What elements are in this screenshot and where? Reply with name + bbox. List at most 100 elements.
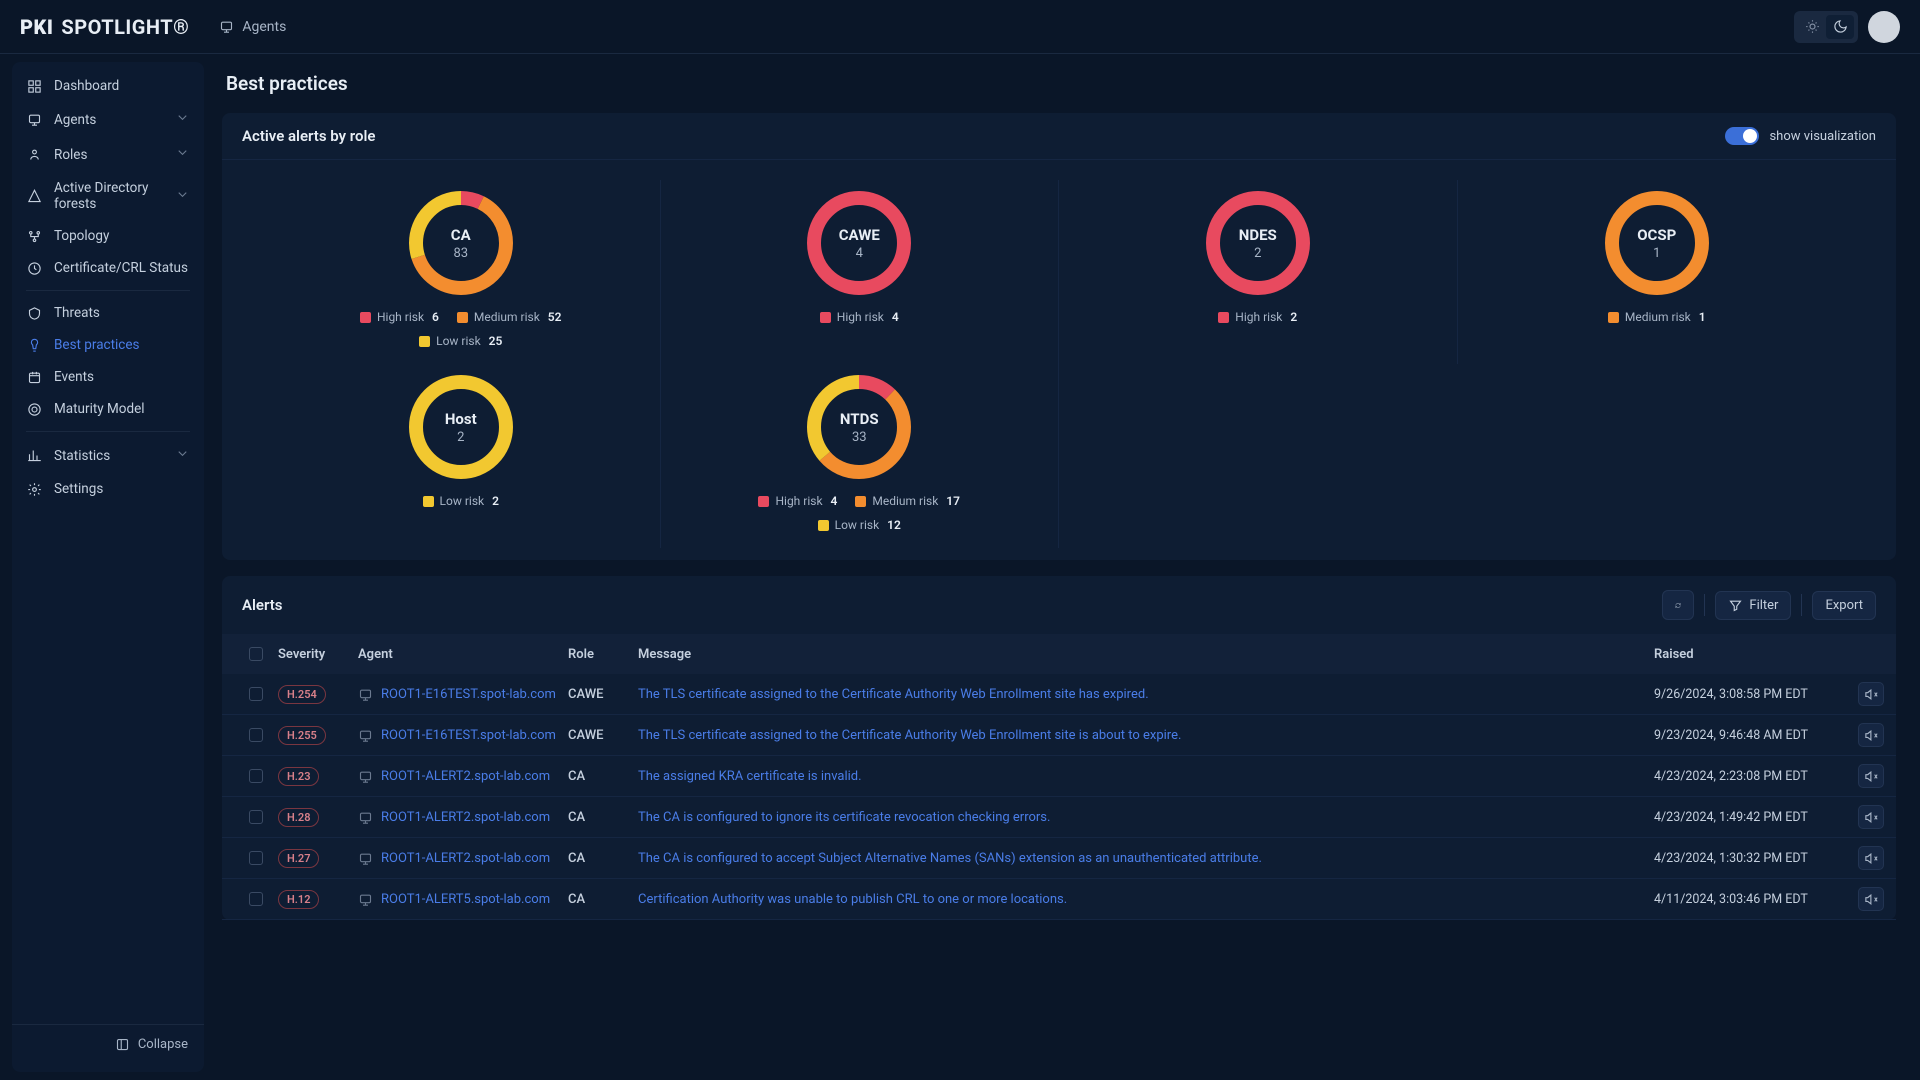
- row-checkbox[interactable]: [249, 892, 263, 906]
- agent-cell[interactable]: ROOT1-ALERT2.spot-lab.com: [358, 851, 568, 866]
- mute-button[interactable]: [1858, 805, 1884, 829]
- table-row[interactable]: H.28 ROOT1-ALERT2.spot-lab.com CA The CA…: [222, 797, 1896, 838]
- sidebar-item-best-practices[interactable]: Best practices: [12, 329, 204, 361]
- agent-cell[interactable]: ROOT1-ALERT5.spot-lab.com: [358, 892, 568, 907]
- logo-left: PKI: [20, 15, 53, 39]
- donut-chart[interactable]: NDES 2: [1203, 188, 1313, 298]
- legend-value: 25: [489, 334, 503, 348]
- row-checkbox[interactable]: [249, 851, 263, 865]
- table-row[interactable]: H.27 ROOT1-ALERT2.spot-lab.com CA The CA…: [222, 838, 1896, 879]
- sidebar-item-topology[interactable]: Topology: [12, 220, 204, 252]
- message-cell[interactable]: The TLS certificate assigned to the Cert…: [638, 687, 1654, 702]
- mute-button[interactable]: [1858, 723, 1884, 747]
- row-checkbox[interactable]: [249, 687, 263, 701]
- table-row[interactable]: H.255 ROOT1-E16TEST.spot-lab.com CAWE Th…: [222, 715, 1896, 756]
- row-checkbox[interactable]: [249, 810, 263, 824]
- table-row[interactable]: H.12 ROOT1-ALERT5.spot-lab.com CA Certif…: [222, 879, 1896, 920]
- table-header: Severity Agent Role Message Raised: [222, 634, 1896, 674]
- donut-chart[interactable]: CAWE 4: [804, 188, 914, 298]
- message-cell[interactable]: The assigned KRA certificate is invalid.: [638, 769, 1654, 784]
- mute-button[interactable]: [1858, 764, 1884, 788]
- donut-ntds: NTDS 33 High risk4Medium risk17Low risk1…: [661, 364, 1060, 548]
- message-cell[interactable]: Certification Authority was unable to pu…: [638, 892, 1654, 907]
- sidebar-item-maturity-model[interactable]: Maturity Model: [12, 393, 204, 425]
- theme-light-button[interactable]: [1798, 15, 1826, 39]
- mute-button[interactable]: [1858, 682, 1884, 706]
- sidebar-item-agents[interactable]: Agents: [12, 102, 204, 137]
- agent-icon: [358, 769, 373, 784]
- legend-swatch: [457, 312, 468, 323]
- agent-name: ROOT1-ALERT2.spot-lab.com: [381, 851, 550, 866]
- legend-value: 2: [492, 494, 499, 508]
- sidebar-item-label: Agents: [54, 112, 96, 128]
- agent-cell[interactable]: ROOT1-E16TEST.spot-lab.com: [358, 728, 568, 743]
- sidebar-item-label: Dashboard: [54, 78, 119, 94]
- agent-icon: [358, 687, 373, 702]
- sidebar-item-settings[interactable]: Settings: [12, 473, 204, 505]
- col-raised[interactable]: Raised: [1654, 647, 1834, 662]
- severity-badge: H.12: [278, 890, 319, 909]
- sidebar-icon: [26, 369, 42, 385]
- filter-button[interactable]: Filter: [1715, 591, 1791, 620]
- sidebar-item-active-directory-forests[interactable]: Active Directory forests: [12, 172, 204, 220]
- sidebar-icon: [26, 305, 42, 321]
- raised-cell: 4/23/2024, 1:49:42 PM EDT: [1654, 810, 1834, 825]
- agents-icon: [219, 19, 234, 34]
- donut-legend: High risk6Medium risk52Low risk25: [351, 310, 571, 348]
- col-severity[interactable]: Severity: [278, 647, 358, 662]
- sidebar-item-events[interactable]: Events: [12, 361, 204, 393]
- show-visualization-switch[interactable]: [1725, 127, 1759, 145]
- donut-legend: Low risk2: [423, 494, 499, 508]
- topbar-tab-agents[interactable]: Agents: [219, 19, 286, 35]
- donut-legend: High risk4Medium risk17Low risk12: [749, 494, 969, 532]
- alerts-title: Alerts: [242, 596, 283, 614]
- table-row[interactable]: H.254 ROOT1-E16TEST.spot-lab.com CAWE Th…: [222, 674, 1896, 715]
- legend-swatch: [820, 312, 831, 323]
- legend-value: 1: [1699, 310, 1706, 324]
- agent-cell[interactable]: ROOT1-E16TEST.spot-lab.com: [358, 687, 568, 702]
- legend-label: High risk: [377, 310, 424, 324]
- select-all-checkbox[interactable]: [249, 647, 263, 661]
- table-row[interactable]: H.23 ROOT1-ALERT2.spot-lab.com CA The as…: [222, 756, 1896, 797]
- col-role[interactable]: Role: [568, 647, 638, 662]
- mute-icon: [1864, 892, 1879, 907]
- donut-chart[interactable]: OCSP 1: [1602, 188, 1712, 298]
- avatar[interactable]: [1868, 11, 1900, 43]
- row-checkbox[interactable]: [249, 728, 263, 742]
- role-cell: CA: [568, 769, 638, 784]
- legend-item: Low risk12: [818, 518, 901, 532]
- legend-swatch: [419, 336, 430, 347]
- export-button[interactable]: Export: [1812, 591, 1876, 620]
- toggle-label: show visualization: [1769, 129, 1876, 144]
- donut-count: 2: [1254, 246, 1261, 261]
- donut-chart[interactable]: NTDS 33: [804, 372, 914, 482]
- sidebar-item-threats[interactable]: Threats: [12, 297, 204, 329]
- agent-cell[interactable]: ROOT1-ALERT2.spot-lab.com: [358, 810, 568, 825]
- sidebar-item-label: Settings: [54, 481, 103, 497]
- col-message[interactable]: Message: [638, 647, 1654, 662]
- sidebar-item-dashboard[interactable]: Dashboard: [12, 70, 204, 102]
- collapse-button[interactable]: Collapse: [12, 1024, 204, 1064]
- row-checkbox[interactable]: [249, 769, 263, 783]
- mute-button[interactable]: [1858, 846, 1884, 870]
- legend-value: 4: [892, 310, 899, 324]
- agent-cell[interactable]: ROOT1-ALERT2.spot-lab.com: [358, 769, 568, 784]
- theme-toggle: [1794, 11, 1858, 43]
- donut-count: 1: [1653, 246, 1660, 261]
- message-cell[interactable]: The TLS certificate assigned to the Cert…: [638, 728, 1654, 743]
- message-cell[interactable]: The CA is configured to ignore its certi…: [638, 810, 1654, 825]
- message-cell[interactable]: The CA is configured to accept Subject A…: [638, 851, 1654, 866]
- sun-icon: [1805, 19, 1820, 34]
- mute-button[interactable]: [1858, 887, 1884, 911]
- raised-cell: 9/26/2024, 3:08:58 PM EDT: [1654, 687, 1834, 702]
- refresh-button[interactable]: [1662, 590, 1694, 620]
- legend-swatch: [423, 496, 434, 507]
- theme-dark-button[interactable]: [1826, 15, 1854, 39]
- col-agent[interactable]: Agent: [358, 647, 568, 662]
- sidebar-item-roles[interactable]: Roles: [12, 137, 204, 172]
- donut-chart[interactable]: CA 83: [406, 188, 516, 298]
- sidebar-item-certificate-crl-status[interactable]: Certificate/CRL Status: [12, 252, 204, 284]
- sidebar-item-statistics[interactable]: Statistics: [12, 438, 204, 473]
- donut-label: CAWE: [839, 226, 880, 244]
- donut-chart[interactable]: Host 2: [406, 372, 516, 482]
